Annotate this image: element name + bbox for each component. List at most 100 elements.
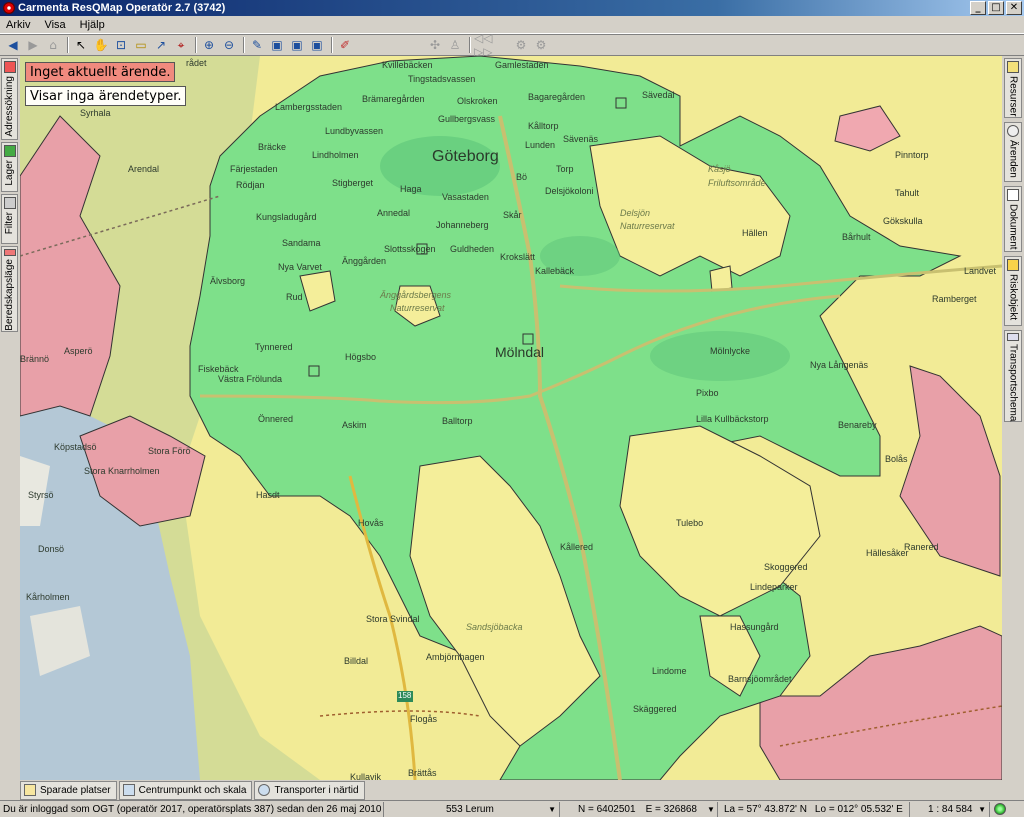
map-label: Sävedal (642, 90, 675, 100)
tab-filter[interactable]: Filter (1, 194, 18, 244)
map-label: Hovås (358, 518, 384, 528)
tab-adressokning[interactable]: Adressökning (1, 58, 18, 140)
map-label: Bagaregården (528, 92, 586, 102)
map-label: Skoggered (764, 562, 808, 572)
pan-hand-icon[interactable]: ✋ (92, 36, 110, 54)
map-label: Sävenäs (563, 134, 599, 144)
grid-coordinates[interactable]: N = 6402501 E = 326868 ▼ (560, 801, 718, 817)
map-label: Johanneberg (436, 220, 489, 230)
route2-icon[interactable]: ♙ (446, 36, 464, 54)
toolbar-separator (195, 37, 197, 53)
tab-label: Resurser (1007, 76, 1019, 117)
menu-bar: Arkiv Visa Hjälp (0, 16, 1024, 34)
map-label: Ranered (904, 542, 939, 552)
dropdown-arrow-icon: ▼ (548, 804, 556, 814)
map-label: Tingstadsvassen (408, 74, 476, 84)
map-label: Vasastaden (442, 192, 489, 202)
tab-transporter[interactable]: Transporter i närtid (254, 780, 365, 800)
scale-select[interactable]: 1 : 84 584 ▼ (910, 801, 990, 817)
schedule-icon (1007, 333, 1019, 341)
map-label: Annedal (377, 208, 411, 218)
tab-riskobjekt[interactable]: Riskobjekt (1004, 256, 1022, 326)
forward-icon[interactable]: ▶ (24, 36, 42, 54)
zoom-in-icon[interactable]: ⊕ (200, 36, 218, 54)
route-icon[interactable]: ✣ (426, 36, 444, 54)
map-label: Balltorp (442, 416, 473, 426)
pointer-icon[interactable]: ↖ (72, 36, 90, 54)
tab-lager[interactable]: Lager (1, 142, 18, 192)
place-select[interactable]: 553 Lerum ▼ (384, 801, 560, 817)
center-point-icon (122, 784, 135, 796)
measure-icon[interactable]: ▭ (132, 36, 150, 54)
map-label: Skår (503, 210, 522, 220)
layer-b-icon[interactable]: ▣ (288, 36, 306, 54)
map-label: Tahult (895, 188, 920, 198)
map-label-goteborg: Göteborg (432, 148, 499, 165)
map-label: Högsbo (345, 352, 377, 362)
map-label: Naturreservat (390, 303, 445, 313)
toolbar-separator (67, 37, 69, 53)
document-icon (1007, 189, 1019, 201)
map-label: Tulebo (676, 518, 704, 528)
toolbar-separator (243, 37, 245, 53)
map-label: Lindeparker (750, 582, 798, 592)
map-label: Guldheden (450, 244, 495, 254)
map-label: Bö (516, 172, 528, 182)
layer-c-icon[interactable]: ▣ (308, 36, 326, 54)
longitude-value: Lo = 012° 05.532' E (814, 803, 903, 815)
coordinate-icon[interactable]: ↗ (152, 36, 170, 54)
map-label: Lundbyvassen (325, 126, 384, 136)
easting-value: E = 326868 (645, 803, 697, 815)
map-label: Lindholmen (312, 150, 359, 160)
tab-arenden[interactable]: Ärenden (1004, 122, 1022, 182)
maximize-button[interactable]: □ (988, 1, 1004, 15)
case-types-notice: Visar inga ärendetyper. (25, 86, 187, 106)
home-icon[interactable]: ⌂ (44, 36, 62, 54)
latitude-value: La = 57° 43.872' N (724, 803, 807, 815)
zoom-box-icon[interactable]: ⊡ (112, 36, 130, 54)
map-label: Brättås (408, 768, 437, 778)
northing-value: N = 6402501 (578, 803, 636, 815)
minimize-button[interactable]: _ (970, 1, 986, 15)
vehicle-icon[interactable]: ⚙ (512, 36, 530, 54)
map-label: Krokslätt (500, 252, 536, 262)
back-icon[interactable]: ◀ (4, 36, 22, 54)
tab-sparade-platser[interactable]: Sparade platser (20, 780, 117, 800)
scale-value: 1 : 84 584 (928, 803, 973, 815)
map-label: Brännö (20, 354, 50, 364)
map-label: Kungsladugård (256, 212, 317, 222)
menu-visa[interactable]: Visa (44, 19, 65, 31)
tab-dokument[interactable]: Dokument (1004, 186, 1022, 252)
map-label: Skäggered (633, 704, 677, 714)
tab-label: Sparade platser (40, 784, 111, 796)
tab-centrumpunkt[interactable]: Centrumpunkt och skala (118, 780, 253, 800)
eraser-icon[interactable]: ✐ (336, 36, 354, 54)
map-label: Syrhala (80, 108, 111, 118)
map-label: Stigberget (332, 178, 374, 188)
zoom-out-icon[interactable]: ⊖ (220, 36, 238, 54)
geo-coordinates[interactable]: La = 57° 43.872' N Lo = 012° 05.532' E ▼ (718, 801, 910, 817)
tab-beredskapslage[interactable]: Beredskapsläge (1, 246, 18, 332)
map-label: Olskroken (457, 96, 498, 106)
map-label: Billdal (344, 656, 369, 666)
tab-transportschema[interactable]: Transportschema (1004, 330, 1022, 422)
road-number-label: 158 (398, 691, 412, 700)
map-view[interactable]: Inget aktuellt ärende. Visar inga ärende… (20, 56, 1002, 780)
search-address-icon[interactable]: ⌖ (172, 36, 190, 54)
map-label: Bräcke (258, 142, 287, 152)
resources-icon (1007, 61, 1019, 73)
map-label: Änggårdsbergens (380, 290, 452, 300)
tab-label: Lager (4, 160, 15, 186)
map-label: Önnered (258, 414, 294, 424)
layer-a-icon[interactable]: ▣ (268, 36, 286, 54)
map-label-molndal: Mölndal (495, 344, 545, 360)
map-label: Kållered (560, 542, 594, 552)
playback-icon[interactable]: ◁◁ ▷▷ (474, 31, 510, 59)
close-button[interactable]: ✕ (1006, 1, 1022, 15)
draw-icon[interactable]: ✎ (248, 36, 266, 54)
tab-resurser[interactable]: Resurser (1004, 58, 1022, 118)
menu-arkiv[interactable]: Arkiv (6, 19, 30, 31)
vehicle2-icon[interactable]: ⚙ (532, 36, 550, 54)
map-label: Hällesåker (866, 548, 909, 558)
menu-hjalp[interactable]: Hjälp (80, 19, 105, 31)
